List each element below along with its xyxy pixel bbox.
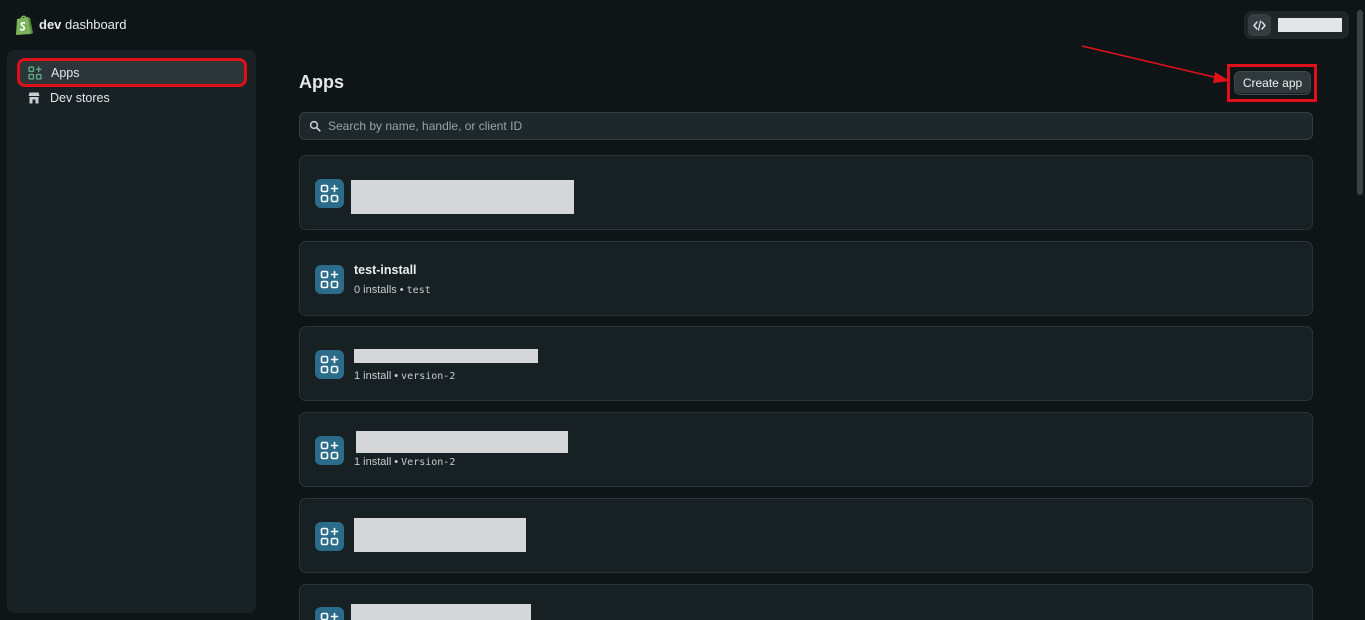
redacted-app-name	[354, 349, 538, 363]
brand-bold: dev	[39, 17, 62, 32]
redacted-app-name	[351, 604, 531, 620]
app-icon	[315, 607, 344, 620]
app-card[interactable]: test-install 0 installs • test	[299, 241, 1313, 316]
search-icon	[309, 120, 321, 132]
sidebar-item-dev-stores[interactable]: Dev stores	[19, 86, 244, 110]
install-count: 1 install	[354, 370, 392, 382]
create-app-button[interactable]: Create app	[1234, 71, 1311, 95]
app-icon	[315, 265, 344, 294]
search-input[interactable]	[328, 116, 1298, 136]
app-meta: 0 installs • test	[354, 284, 431, 296]
create-app-highlight: Create app	[1227, 64, 1317, 102]
app-icon	[315, 436, 344, 465]
redacted-app-name	[351, 180, 574, 214]
app-card[interactable]	[299, 155, 1313, 230]
sidebar-item-label: Apps	[51, 65, 80, 80]
brand-title[interactable]: dev dashboard	[39, 17, 126, 32]
sidebar-item-apps[interactable]: Apps	[17, 58, 247, 87]
code-button[interactable]	[1248, 14, 1271, 36]
separator-dot: •	[394, 370, 399, 382]
app-handle: version-2	[401, 371, 456, 382]
app-meta: 1 install • version-2	[354, 370, 455, 382]
app-card[interactable]	[299, 498, 1313, 573]
install-count: 1 install	[354, 456, 392, 468]
redacted-app-name	[356, 431, 568, 453]
apps-icon	[28, 65, 42, 80]
sidebar-item-label: Dev stores	[50, 91, 110, 105]
page-title: Apps	[299, 72, 344, 92]
account-switcher[interactable]	[1244, 11, 1349, 39]
redacted-account-name	[1278, 18, 1342, 32]
code-icon	[1253, 19, 1266, 31]
app-icon	[315, 350, 344, 379]
brand-rest: dashboard	[61, 17, 127, 32]
app-icon	[315, 179, 344, 208]
app-meta: 1 install • Version-2	[354, 456, 455, 468]
shopify-bag-icon[interactable]	[14, 14, 33, 36]
app-icon	[315, 522, 344, 551]
app-handle: test	[406, 285, 431, 296]
sidebar: Apps Dev stores	[7, 50, 256, 613]
app-card[interactable]: 1 install • Version-2	[299, 412, 1313, 487]
store-icon	[27, 91, 41, 105]
app-card[interactable]: 1 install • version-2	[299, 326, 1313, 401]
scrollbar-thumb[interactable]	[1357, 10, 1363, 195]
separator-dot: •	[399, 284, 404, 296]
redacted-app-name	[354, 518, 526, 552]
annotation-arrow	[1081, 45, 1230, 83]
app-name[interactable]: test-install	[354, 263, 417, 277]
search-bar[interactable]	[299, 112, 1313, 140]
separator-dot: •	[394, 456, 399, 468]
install-count: 0 installs	[354, 284, 397, 296]
app-card[interactable]	[299, 584, 1313, 620]
app-handle: Version-2	[401, 457, 456, 468]
